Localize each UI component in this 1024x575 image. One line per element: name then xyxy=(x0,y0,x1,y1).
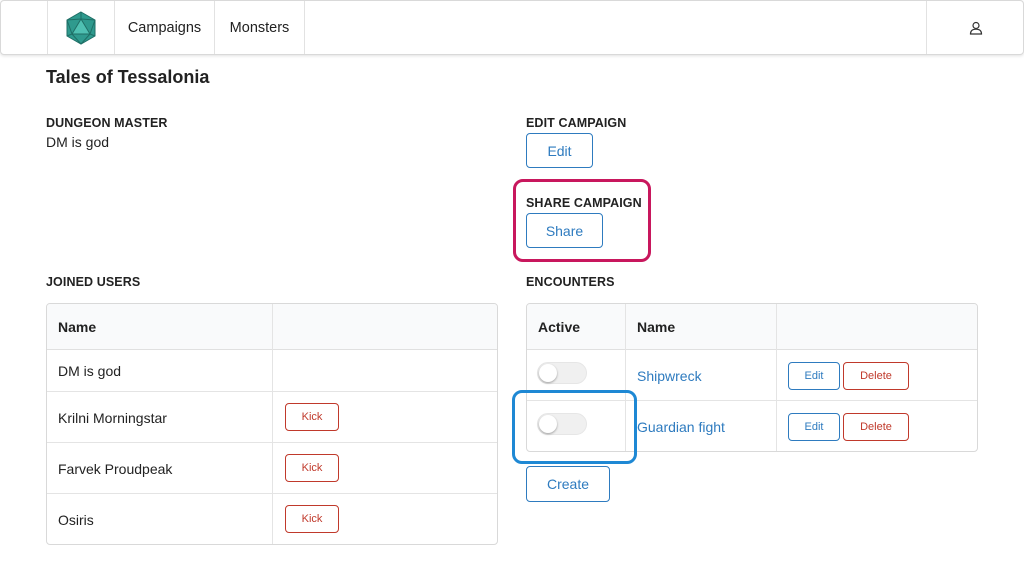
table-header xyxy=(527,304,977,350)
delete-encounter-button[interactable]: Delete xyxy=(843,413,909,441)
joined-users-table: Name DM is god Krilni Morningstar Kick F… xyxy=(46,303,498,545)
edit-encounter-button[interactable]: Edit xyxy=(788,362,840,390)
column-header-active: Active xyxy=(538,319,581,335)
share-campaign-button[interactable]: Share xyxy=(526,213,603,248)
top-navbar: Campaigns Monsters xyxy=(0,0,1024,55)
column-divider xyxy=(776,304,777,451)
share-campaign-label: SHARE CAMPAIGN xyxy=(526,196,642,210)
nav-monsters-label: Monsters xyxy=(229,19,290,36)
encounters-label: ENCOUNTERS xyxy=(526,275,615,289)
dungeon-master-label: DUNGEON MASTER xyxy=(46,116,168,130)
nav-campaigns-label: Campaigns xyxy=(127,19,202,36)
toggle-highlight-frame xyxy=(512,390,637,464)
column-divider xyxy=(272,304,273,544)
encounter-link[interactable]: Shipwreck xyxy=(637,350,702,401)
encounter-link[interactable]: Guardian fight xyxy=(637,401,725,451)
kick-button[interactable]: Kick xyxy=(285,454,339,482)
logo-link[interactable] xyxy=(47,1,115,54)
toggle-knob xyxy=(539,364,557,382)
edit-campaign-button[interactable]: Edit xyxy=(526,133,593,168)
user-icon xyxy=(969,21,983,35)
user-name: Osiris xyxy=(58,511,94,528)
nav-monsters[interactable]: Monsters xyxy=(214,1,305,54)
user-name: Krilni Morningstar xyxy=(58,409,167,426)
kick-button[interactable]: Kick xyxy=(285,505,339,533)
row-divider xyxy=(47,493,497,494)
kick-button[interactable]: Kick xyxy=(285,403,339,431)
column-header-name: Name xyxy=(58,319,97,335)
joined-users-label: JOINED USERS xyxy=(46,275,141,289)
d20-dice-icon xyxy=(66,10,96,45)
delete-encounter-button[interactable]: Delete xyxy=(843,362,909,390)
user-name: DM is god xyxy=(58,363,122,379)
user-menu[interactable] xyxy=(926,1,1024,54)
nav-campaigns[interactable]: Campaigns xyxy=(115,1,214,54)
create-encounter-button[interactable]: Create xyxy=(526,466,610,502)
active-toggle[interactable] xyxy=(537,362,587,384)
user-name: Farvek Proudpeak xyxy=(58,460,173,477)
dungeon-master-name: DM is god xyxy=(46,134,110,150)
column-header-name: Name xyxy=(637,319,676,335)
edit-campaign-label: EDIT CAMPAIGN xyxy=(526,116,627,130)
edit-encounter-button[interactable]: Edit xyxy=(788,413,840,441)
page-title: Tales of Tessalonia xyxy=(46,67,210,87)
